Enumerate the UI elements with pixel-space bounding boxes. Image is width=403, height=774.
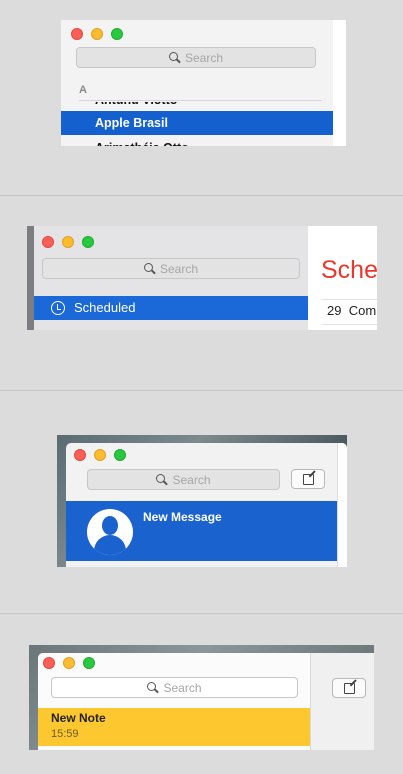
note-row[interactable]: New Note 15:59: [38, 708, 310, 746]
window-controls: [42, 236, 94, 248]
alarm-clock-icon: [51, 301, 65, 315]
search-placeholder: Search: [163, 680, 202, 695]
close-button[interactable]: [43, 657, 55, 669]
minimize-button[interactable]: [63, 657, 75, 669]
reminder-item[interactable]: 29 Com: [327, 303, 376, 318]
search-input[interactable]: Search: [76, 47, 316, 68]
notes-sidebar: Search New Note 15:59: [38, 653, 310, 750]
reminders-window: Search Scheduled Scheduled 29 Com: [27, 226, 377, 330]
divider: [321, 299, 377, 300]
search-input[interactable]: Search: [51, 677, 298, 698]
window-edge: [27, 226, 34, 330]
divider: [321, 324, 377, 325]
reminder-count: 29: [327, 303, 342, 318]
sidebar-item-scheduled[interactable]: Scheduled: [34, 296, 308, 320]
minimize-button[interactable]: [91, 28, 103, 40]
window-edge: [337, 443, 347, 567]
window-controls: [43, 657, 95, 669]
window-edge: [333, 20, 346, 146]
messages-window: Search New Message: [57, 435, 347, 567]
close-button[interactable]: [71, 28, 83, 40]
messages-sidebar: Search New Message: [66, 443, 347, 567]
contacts-window: Search A Antunu Viotto Apple Brasil Arim…: [61, 20, 346, 146]
zoom-button[interactable]: [111, 28, 123, 40]
search-placeholder: Search: [184, 50, 224, 65]
section-header: A: [79, 84, 87, 96]
search-input[interactable]: Search: [42, 258, 300, 279]
avatar-head: [102, 516, 118, 535]
search-placeholder: Search: [159, 261, 199, 276]
person-silhouette-icon: [87, 509, 133, 555]
zoom-button[interactable]: [114, 449, 126, 461]
sidebar-item-label: Scheduled: [74, 300, 136, 315]
compose-button[interactable]: [291, 469, 325, 489]
note-title: New Note: [51, 711, 106, 725]
zoom-button[interactable]: [82, 236, 94, 248]
minimize-button[interactable]: [94, 449, 106, 461]
window-controls: [74, 449, 126, 461]
compose-button[interactable]: [332, 678, 366, 698]
contact-row[interactable]: Arimathéia Otto: [61, 136, 333, 146]
note-time: 15:59: [51, 728, 79, 740]
conversation-title: New Message: [143, 510, 222, 524]
contact-row-selected[interactable]: Apple Brasil: [61, 111, 333, 135]
conversation-row[interactable]: New Message: [66, 501, 337, 561]
search-input[interactable]: Search: [87, 469, 280, 490]
divider: [79, 100, 322, 101]
search-icon: [143, 263, 155, 274]
list-heading: Scheduled: [321, 256, 377, 284]
zoom-button[interactable]: [83, 657, 95, 669]
reminder-text: Com: [348, 303, 377, 318]
notes-window-body: Search New Note 15:59: [38, 653, 374, 750]
notes-window: Search New Note 15:59: [29, 645, 374, 750]
window-controls: [71, 28, 123, 40]
search-icon: [156, 474, 167, 485]
avatar-body: [94, 535, 126, 555]
close-button[interactable]: [74, 449, 86, 461]
minimize-button[interactable]: [62, 236, 74, 248]
compose-icon: [303, 474, 314, 485]
reminders-content: Scheduled 29 Com: [308, 226, 377, 330]
compose-icon: [344, 683, 355, 694]
search-icon: [147, 682, 158, 693]
search-placeholder: Search: [172, 472, 211, 487]
note-editor: [310, 653, 374, 750]
close-button[interactable]: [42, 236, 54, 248]
search-icon: [168, 52, 180, 63]
